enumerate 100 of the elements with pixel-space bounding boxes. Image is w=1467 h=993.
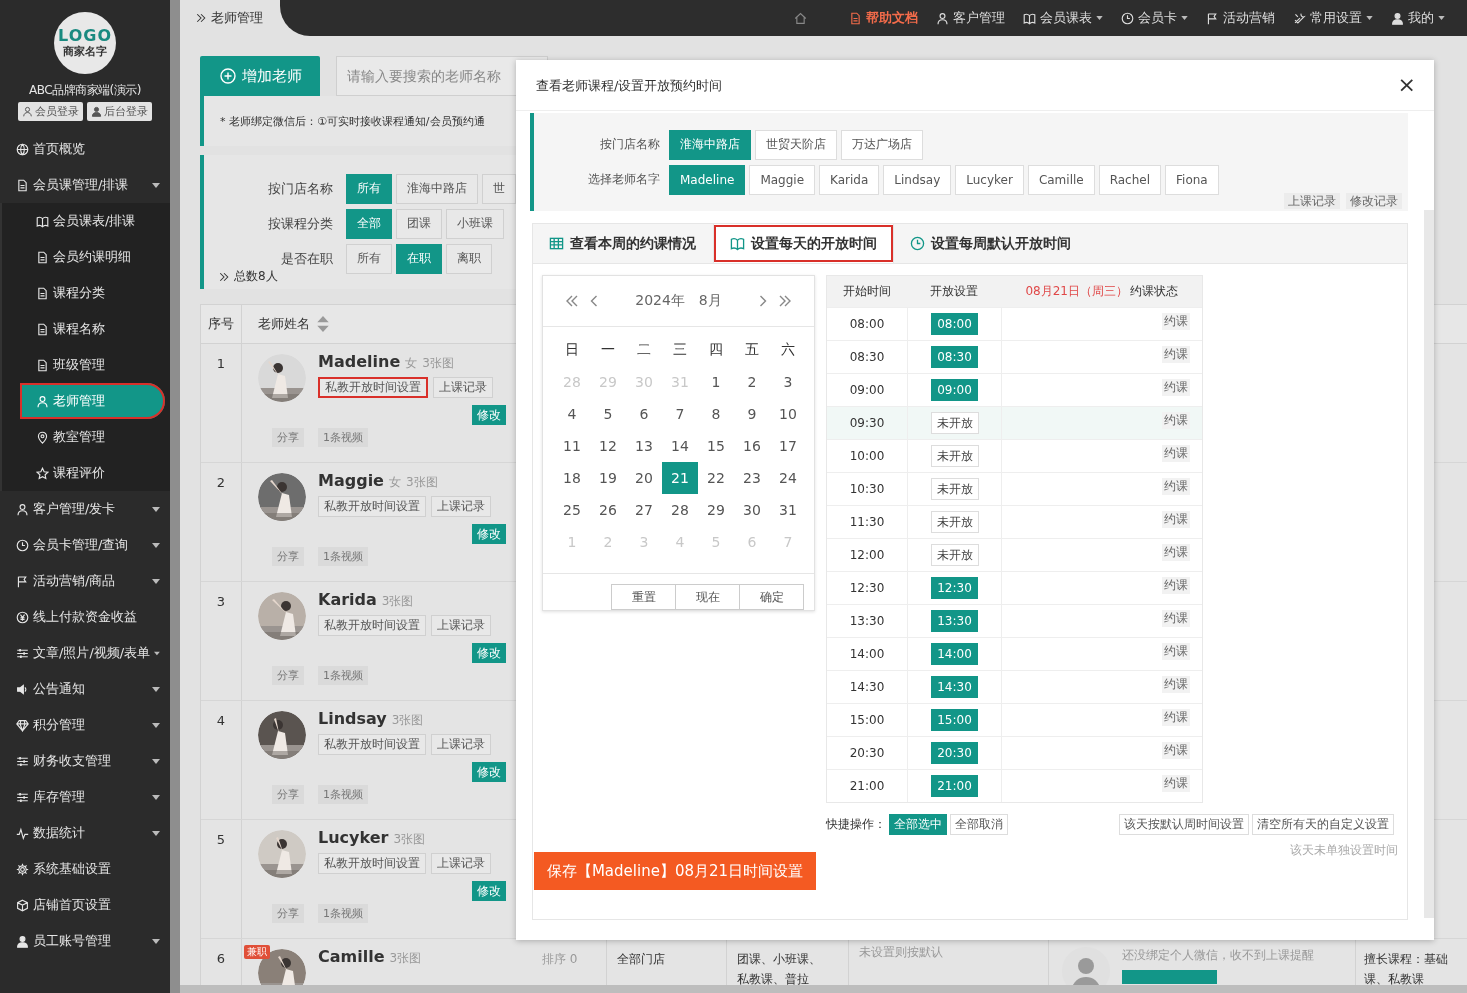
video-link[interactable]: 1条视频	[318, 428, 368, 447]
booking-status[interactable]: 约课	[1162, 643, 1190, 660]
open-toggle[interactable]: 09:00	[931, 379, 978, 401]
calendar-day[interactable]: 17	[770, 430, 806, 462]
filter-option[interactable]: 所有	[346, 173, 392, 204]
menu-item[interactable]: 财务收支管理	[0, 743, 170, 779]
schedule-button[interactable]: 私教开放时间设置	[318, 853, 426, 874]
booking-status[interactable]: 约课	[1162, 742, 1190, 759]
filter-option[interactable]: 世	[482, 173, 516, 204]
open-toggle[interactable]: 12:30	[931, 577, 978, 599]
tab[interactable]: 设置每周默认开放时间	[894, 224, 1088, 263]
filter-option[interactable]: Lindsay	[883, 164, 952, 195]
calendar-day[interactable]: 28	[662, 494, 698, 526]
calendar-button[interactable]: 确定	[739, 584, 804, 610]
calendar-day[interactable]: 11	[554, 430, 590, 462]
share-link[interactable]: 分享	[272, 666, 304, 685]
schedule-button[interactable]: 私教开放时间设置	[318, 496, 426, 517]
schedule-button[interactable]: 私教开放时间设置	[318, 734, 426, 755]
open-toggle[interactable]: 未开放	[930, 544, 979, 566]
records-button[interactable]: 上课记录	[431, 615, 491, 636]
submenu-item[interactable]: 班级管理	[2, 347, 170, 383]
open-toggle[interactable]: 14:00	[931, 643, 978, 665]
booking-status[interactable]: 约课	[1162, 610, 1190, 627]
calendar-day[interactable]: 31	[770, 494, 806, 526]
calendar-day[interactable]: 22	[698, 462, 734, 494]
booking-status[interactable]: 约课	[1162, 511, 1190, 528]
tab[interactable]: 查看本周的约课情况	[533, 224, 713, 263]
open-toggle[interactable]: 20:30	[931, 742, 978, 764]
nav-link[interactable]: 客户管理	[936, 9, 1005, 27]
calendar-day[interactable]: 8	[698, 398, 734, 430]
month-label[interactable]: 8月	[698, 292, 722, 310]
video-link[interactable]: 1条视频	[318, 547, 368, 566]
calendar-day[interactable]: 6	[626, 398, 662, 430]
records-button[interactable]: 上课记录	[431, 496, 491, 517]
filter-option[interactable]: 团课	[396, 208, 442, 239]
booking-status[interactable]: 约课	[1162, 709, 1190, 726]
open-toggle[interactable]: 14:30	[931, 676, 978, 698]
submenu-item[interactable]: 课程评价	[2, 455, 170, 491]
calendar-day[interactable]: 4	[554, 398, 590, 430]
schedule-button[interactable]: 私教开放时间设置	[318, 377, 428, 398]
menu-item[interactable]: 数据统计	[0, 815, 170, 851]
menu-item[interactable]: 积分管理	[0, 707, 170, 743]
menu-item[interactable]: 客户管理/发卡	[0, 491, 170, 527]
submenu-item[interactable]: 教室管理	[2, 419, 170, 455]
scrollbar[interactable]	[180, 985, 1467, 993]
share-link[interactable]: 分享	[272, 547, 304, 566]
calendar-day[interactable]: 19	[590, 462, 626, 494]
menu-item[interactable]: 员工账号管理	[0, 923, 170, 959]
records-button[interactable]: 上课记录	[431, 734, 491, 755]
menu-item[interactable]: 首页概览	[0, 131, 170, 167]
open-toggle[interactable]: 21:00	[931, 775, 978, 797]
calendar-day[interactable]: 2	[734, 366, 770, 398]
calendar-day[interactable]: 9	[734, 398, 770, 430]
filter-option[interactable]: 世贸天阶店	[755, 129, 837, 160]
video-link[interactable]: 1条视频	[318, 785, 368, 804]
open-toggle[interactable]: 未开放	[930, 478, 979, 500]
filter-option[interactable]: 所有	[346, 243, 392, 274]
menu-item[interactable]: 会员卡管理/查询	[0, 527, 170, 563]
filter-option[interactable]: Camille	[1027, 164, 1095, 195]
calendar-day[interactable]: 24	[770, 462, 806, 494]
booking-status[interactable]: 约课	[1162, 346, 1190, 363]
filter-option[interactable]: 小班课	[446, 208, 504, 239]
calendar-day[interactable]: 12	[590, 430, 626, 462]
record-link[interactable]: 修改记录	[1346, 193, 1402, 209]
calendar-day[interactable]: 3	[770, 366, 806, 398]
booking-status[interactable]: 约课	[1162, 676, 1190, 693]
close-button[interactable]: ×	[1393, 74, 1420, 96]
edit-button[interactable]: 修改	[472, 643, 506, 663]
menu-item[interactable]: 店铺首页设置	[0, 887, 170, 923]
calendar-day[interactable]: 18	[554, 462, 590, 494]
submenu-item[interactable]: 老师管理	[20, 383, 165, 419]
menu-item[interactable]: 系统基础设置	[0, 851, 170, 887]
share-link[interactable]: 分享	[272, 785, 304, 804]
booking-status[interactable]: 约课	[1162, 775, 1190, 792]
calendar-day[interactable]: 10	[770, 398, 806, 430]
records-button[interactable]: 上课记录	[431, 853, 491, 874]
calendar-day[interactable]: 20	[626, 462, 662, 494]
calendar-day[interactable]: 21	[662, 462, 698, 494]
filter-option[interactable]: 淮海中路店	[669, 129, 751, 160]
calendar-day[interactable]: 26	[590, 494, 626, 526]
calendar-day[interactable]: 1	[698, 366, 734, 398]
edit-button[interactable]: 修改	[472, 405, 506, 425]
day-button[interactable]: 该天按默认周时间设置	[1119, 814, 1249, 835]
menu-item[interactable]: 会员课管理/排课	[0, 167, 170, 203]
submenu-item[interactable]: 会员约课明细	[2, 239, 170, 275]
filter-option[interactable]: Madeline	[669, 164, 746, 195]
sort-icon[interactable]	[317, 316, 329, 332]
submenu-item[interactable]: 会员课表/排课	[2, 203, 170, 239]
tab[interactable]: 设置每天的开放时间	[713, 224, 894, 263]
scrollbar[interactable]	[170, 0, 180, 993]
add-teacher-button[interactable]: 增加老师	[200, 56, 320, 96]
calendar-day[interactable]: 7	[662, 398, 698, 430]
login-button[interactable]: 会员登录	[18, 102, 83, 121]
open-toggle[interactable]: 15:00	[931, 709, 978, 731]
booking-status[interactable]: 约课	[1162, 313, 1190, 330]
open-toggle[interactable]: 13:30	[931, 610, 978, 632]
quick-button[interactable]: 全部选中	[889, 814, 947, 835]
open-toggle[interactable]: 未开放	[930, 412, 979, 434]
nav-link[interactable]: 会员卡	[1121, 9, 1188, 27]
calendar-day[interactable]: 30	[734, 494, 770, 526]
